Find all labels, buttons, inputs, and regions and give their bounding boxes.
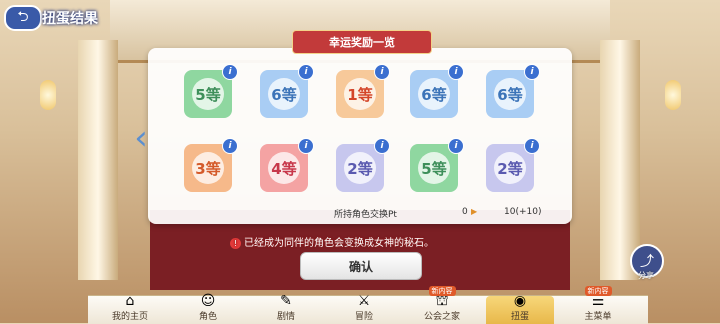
nav-item-home[interactable]: ⌂ 我的主页 xyxy=(96,293,164,324)
reward-tile[interactable]: 6等 i xyxy=(410,64,464,118)
nav-label: 冒险 xyxy=(354,312,373,322)
reward-rank-label: 2等 xyxy=(494,152,526,184)
reward-tile[interactable]: 5等 i xyxy=(184,64,238,118)
nav-item-story[interactable]: ✎ 剧情 xyxy=(252,293,320,324)
home-icon: ⌂ xyxy=(125,293,135,309)
new-content-badge: 新内容 xyxy=(428,286,456,296)
pillar-left xyxy=(78,40,118,280)
nav-item-sword[interactable]: ⚔ 冒险 xyxy=(330,293,398,324)
reward-rank-label: 5等 xyxy=(192,78,224,110)
info-icon[interactable]: i xyxy=(298,64,314,80)
exchange-arrow-icon: ▶ xyxy=(471,207,478,216)
reward-rank-label: 2等 xyxy=(344,152,376,184)
info-icon[interactable]: i xyxy=(222,64,238,80)
nav-item-character[interactable]: ☺ 角色 xyxy=(174,293,242,324)
reward-rank-label: 6等 xyxy=(494,78,526,110)
wall-lamp-left xyxy=(40,80,56,110)
reward-rank-label: 1等 xyxy=(344,78,376,110)
info-icon[interactable]: i xyxy=(524,64,540,80)
reward-rank-label: 4等 xyxy=(268,152,300,184)
reward-rank-label: 3等 xyxy=(192,152,224,184)
page-title: 扭蛋结果 xyxy=(42,11,98,27)
pillar-right xyxy=(600,40,640,280)
reward-tile[interactable]: 2等 i xyxy=(336,138,390,192)
reward-rank-label: 6等 xyxy=(268,78,300,110)
bottom-nav: ⌂ 我的主页 ☺ 角色 ✎ 剧情 ⚔ 冒险 新内容 ⛫ 公会之家 ◉ 扭蛋 新内容 ☰ 主菜单 xyxy=(88,286,648,324)
reward-tile[interactable]: 1等 i xyxy=(336,64,390,118)
wall-lamp-right xyxy=(665,80,681,110)
notice-message: 已经成为同伴的角色会变换成女神的秘石。 xyxy=(244,238,434,249)
info-icon[interactable]: i xyxy=(524,138,540,154)
new-content-badge: 新内容 xyxy=(584,286,612,296)
nav-label: 扭蛋 xyxy=(510,312,529,322)
nav-item-gacha[interactable]: ◉ 扭蛋 xyxy=(486,293,554,324)
reward-tile[interactable]: 5等 i xyxy=(410,138,464,192)
share-label: 分享 xyxy=(638,271,654,280)
nav-item-guild-house[interactable]: 新内容 ⛫ 公会之家 xyxy=(408,286,476,324)
nav-label: 剧情 xyxy=(276,312,295,322)
nav-label: 主菜单 xyxy=(584,312,612,322)
sword-icon: ⚔ xyxy=(357,293,371,309)
reward-tile[interactable]: 3等 i xyxy=(184,138,238,192)
prev-page-arrow-icon[interactable]: ‹ xyxy=(128,118,154,158)
reward-tile[interactable]: 4等 i xyxy=(260,138,314,192)
warning-icon: ! xyxy=(230,238,241,249)
info-icon[interactable]: i xyxy=(222,138,238,154)
info-icon[interactable]: i xyxy=(374,64,390,80)
info-icon[interactable]: i xyxy=(448,138,464,154)
confirm-button[interactable]: 确认 xyxy=(300,252,422,280)
nav-label: 我的主页 xyxy=(111,312,148,322)
info-icon[interactable]: i xyxy=(374,138,390,154)
back-arrow-icon: ⮌ xyxy=(17,9,29,25)
exchange-pt-result: 10(+10) xyxy=(504,207,542,217)
reward-tile[interactable]: 2等 i xyxy=(486,138,540,192)
info-icon[interactable]: i xyxy=(448,64,464,80)
main-menu-icon: ☰ xyxy=(591,293,605,309)
guild-house-icon: ⛫ xyxy=(435,293,449,309)
back-button[interactable]: ⮌ xyxy=(4,5,42,31)
share-icon: ⤴ xyxy=(640,254,654,270)
nav-item-main-menu[interactable]: 新内容 ☰ 主菜单 xyxy=(564,286,632,324)
exchange-pt-label: 所持角色交换Pt xyxy=(334,210,397,220)
reward-rank-label: 5等 xyxy=(418,152,450,184)
exchange-pt-current: 0 xyxy=(462,207,468,217)
nav-label: 公会之家 xyxy=(423,312,460,322)
reward-tile[interactable]: 6等 i xyxy=(486,64,540,118)
story-icon: ✎ xyxy=(280,293,292,309)
info-icon[interactable]: i xyxy=(298,138,314,154)
character-icon: ☺ xyxy=(200,293,216,309)
panel-title: 幸运奖励一览 xyxy=(292,30,432,54)
reward-tile[interactable]: 6等 i xyxy=(260,64,314,118)
gacha-icon: ◉ xyxy=(513,293,527,309)
reward-rank-label: 6等 xyxy=(418,78,450,110)
notice-text: ! 已经成为同伴的角色会变换成女神的秘石。 xyxy=(230,234,434,249)
nav-label: 角色 xyxy=(198,312,217,322)
